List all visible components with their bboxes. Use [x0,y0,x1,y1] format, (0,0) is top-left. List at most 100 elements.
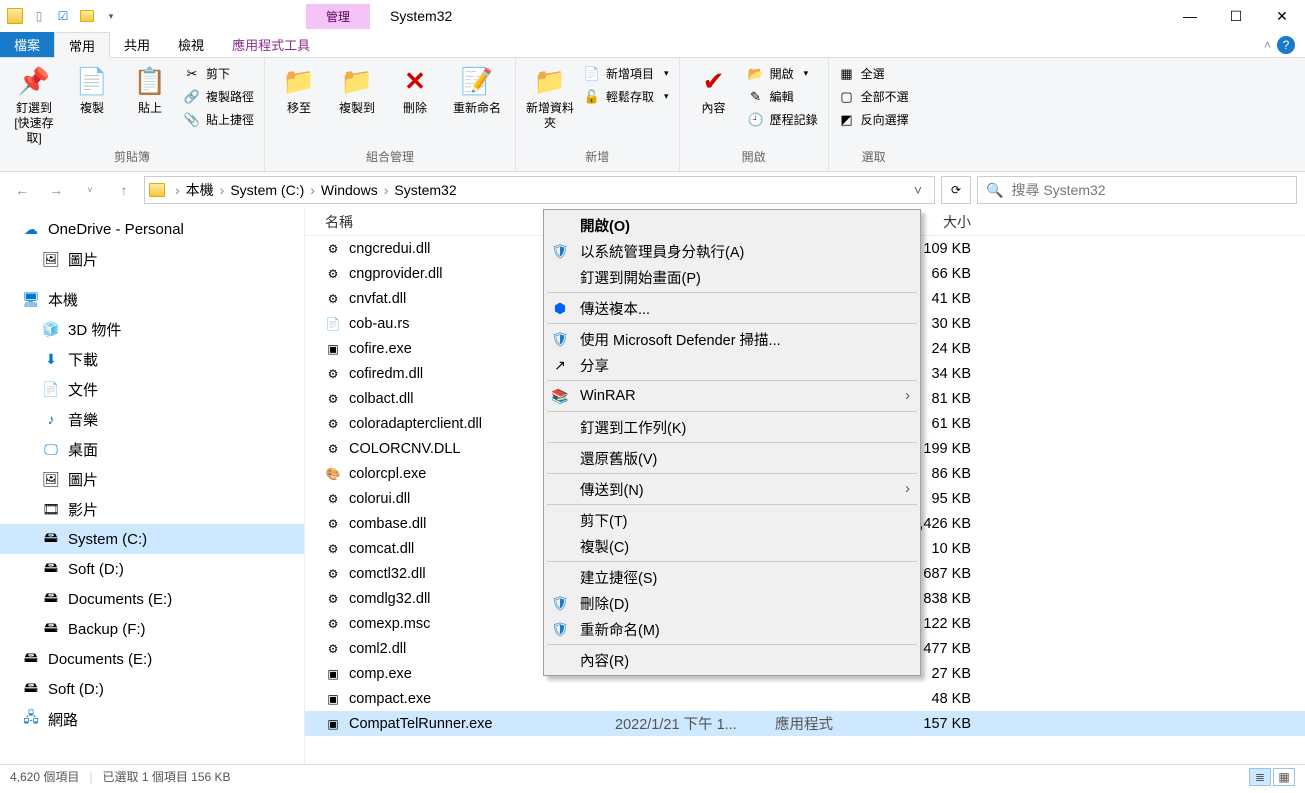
file-name: comp.exe [349,666,412,682]
rename-button[interactable]: 📝重新命名 [447,61,507,116]
file-type: 應用程式 [775,713,895,734]
bc-pc[interactable]: 本機 [186,180,214,200]
paste-shortcut-button[interactable]: 📎貼上捷徑 [182,109,256,130]
details-view-button[interactable]: ≣ [1249,768,1271,786]
tree-docs-e[interactable]: 🖴Documents (E:) [0,584,304,614]
tree-videos[interactable]: 🎞影片 [0,494,304,524]
bc-system32[interactable]: System32 [394,182,456,198]
rename-icon: 📝 [461,65,493,97]
close-button[interactable]: ✕ [1259,0,1305,32]
tree-system-c[interactable]: 🖴System (C:) [0,524,304,554]
ctx-pin-taskbar[interactable]: 釘選到工作列(K) [546,414,918,440]
move-to-button[interactable]: 📁移至 [273,61,325,116]
qat-dropdown-icon[interactable]: ▾ [100,5,122,27]
file-name: colorui.dll [349,491,410,507]
delete-button[interactable]: ✕刪除 [389,61,441,116]
thumbnails-view-button[interactable]: ▦ [1273,768,1295,786]
qat-check-icon[interactable]: ☑ [52,5,74,27]
ctx-shortcut[interactable]: 建立捷徑(S) [546,564,918,590]
open-icon: 📂 [748,66,764,82]
select-all-button[interactable]: ▦全選 [837,63,911,84]
ctx-defender[interactable]: 🛡使用 Microsoft Defender 掃描... [546,326,918,352]
ctx-send-to[interactable]: 傳送到(N)› [546,476,918,502]
scissors-icon: ✂ [184,66,200,82]
new-item-icon: 📄 [584,66,600,82]
paste-button[interactable]: 📋 貼上 [124,61,176,116]
select-none-button[interactable]: ▢全部不選 [837,86,911,107]
forward-button[interactable]: → [42,176,70,204]
drive-icon: 🖴 [42,530,60,548]
ctx-runas[interactable]: 🛡以系統管理員身分執行(A) [546,238,918,264]
search-input[interactable]: 🔍 搜尋 System32 [977,176,1297,204]
tree-3d[interactable]: 🧊3D 物件 [0,314,304,344]
drive-icon: 🖴 [42,590,60,608]
history-button[interactable]: 🕘歷程記錄 [746,109,820,130]
back-button[interactable]: ← [8,176,36,204]
contextual-tab-manage[interactable]: 管理 [306,4,370,29]
tree-od-pictures[interactable]: 🖼圖片 [0,244,304,274]
easy-access-button[interactable]: 🔓輕鬆存取▾ [582,86,671,107]
bc-dropdown-icon[interactable]: ˅ [906,182,930,198]
tree-docs-e2[interactable]: 🖴Documents (E:) [0,644,304,674]
tree-soft-d[interactable]: 🖴Soft (D:) [0,554,304,584]
file-icon: ▣ [325,691,341,707]
copy-button[interactable]: 📄 複製 [66,61,118,116]
collapse-ribbon-icon[interactable]: ˄ [1264,38,1271,52]
breadcrumb[interactable]: › 本機› System (C:)› Windows› System32 ˅ [144,176,935,204]
tree-pictures[interactable]: 🖼圖片 [0,464,304,494]
qat-save-icon[interactable]: ▯ [28,5,50,27]
new-item-button[interactable]: 📄新增項目▾ [582,63,671,84]
ctx-share[interactable]: ↗分享 [546,352,918,378]
bc-drive[interactable]: System (C:) [230,182,304,198]
refresh-button[interactable]: ⟳ [941,176,971,204]
recent-dropdown[interactable]: ˅ [76,176,104,204]
bc-windows[interactable]: Windows [321,182,378,198]
file-row[interactable]: ▣compact.exe48 KB [305,686,1305,711]
tree-network[interactable]: 🖧網路 [0,704,304,734]
copy-to-button[interactable]: 📁複製到 [331,61,383,116]
tree-documents[interactable]: 📄文件 [0,374,304,404]
tree-backup-f[interactable]: 🖴Backup (F:) [0,614,304,644]
file-row[interactable]: ▣CompatTelRunner.exe2022/1/21 下午 1...應用程… [305,711,1305,736]
file-name: CompatTelRunner.exe [349,716,492,732]
ctx-delete[interactable]: 🛡刪除(D) [546,590,918,616]
up-button[interactable]: ↑ [110,176,138,204]
tab-home[interactable]: 常用 [54,32,110,58]
ctx-properties[interactable]: 內容(R) [546,647,918,673]
tab-app-tools[interactable]: 應用程式工具 [218,32,324,57]
nav-tree[interactable]: ☁OneDrive - Personal 🖼圖片 🖥本機 🧊3D 物件 ⬇下載 … [0,208,305,764]
tab-file[interactable]: 檔案 [0,32,54,57]
copy-path-button[interactable]: 🔗複製路徑 [182,86,256,107]
ctx-dropbox[interactable]: ⬢傳送複本... [546,295,918,321]
tree-downloads[interactable]: ⬇下載 [0,344,304,374]
edit-icon: ✎ [748,89,764,105]
ctx-winrar[interactable]: 📚WinRAR› [546,383,918,409]
paste-icon: 📋 [134,65,166,97]
tab-share[interactable]: 共用 [110,32,164,57]
status-item-count: 4,620 個項目 [10,768,79,785]
properties-button[interactable]: ✔內容 [688,61,740,116]
ctx-cut[interactable]: 剪下(T) [546,507,918,533]
tree-music[interactable]: ♪音樂 [0,404,304,434]
new-folder-button[interactable]: 📁新增資料夾 [524,61,576,131]
invert-selection-button[interactable]: ◩反向選擇 [837,109,911,130]
ctx-pin-start[interactable]: 釘選到開始畫面(P) [546,264,918,290]
ctx-copy[interactable]: 複製(C) [546,533,918,559]
ctx-restore[interactable]: 還原舊版(V) [546,445,918,471]
cut-button[interactable]: ✂剪下 [182,63,256,84]
ctx-rename[interactable]: 🛡重新命名(M) [546,616,918,642]
qat-folder-icon[interactable] [76,5,98,27]
pin-quick-access-button[interactable]: 📌 釘選到 [快速存取] [8,61,60,146]
edit-button[interactable]: ✎編輯 [746,86,820,107]
tree-onedrive[interactable]: ☁OneDrive - Personal [0,214,304,244]
tree-soft-d2[interactable]: 🖴Soft (D:) [0,674,304,704]
help-icon[interactable]: ? [1277,36,1295,54]
tree-desktop[interactable]: 🖵桌面 [0,434,304,464]
minimize-button[interactable]: — [1167,0,1213,32]
tree-pc[interactable]: 🖥本機 [0,284,304,314]
tab-view[interactable]: 檢視 [164,32,218,57]
maximize-button[interactable]: ☐ [1213,0,1259,32]
select-all-icon: ▦ [839,66,855,82]
ctx-open[interactable]: 開啟(O) [546,212,918,238]
open-button[interactable]: 📂開啟▾ [746,63,820,84]
